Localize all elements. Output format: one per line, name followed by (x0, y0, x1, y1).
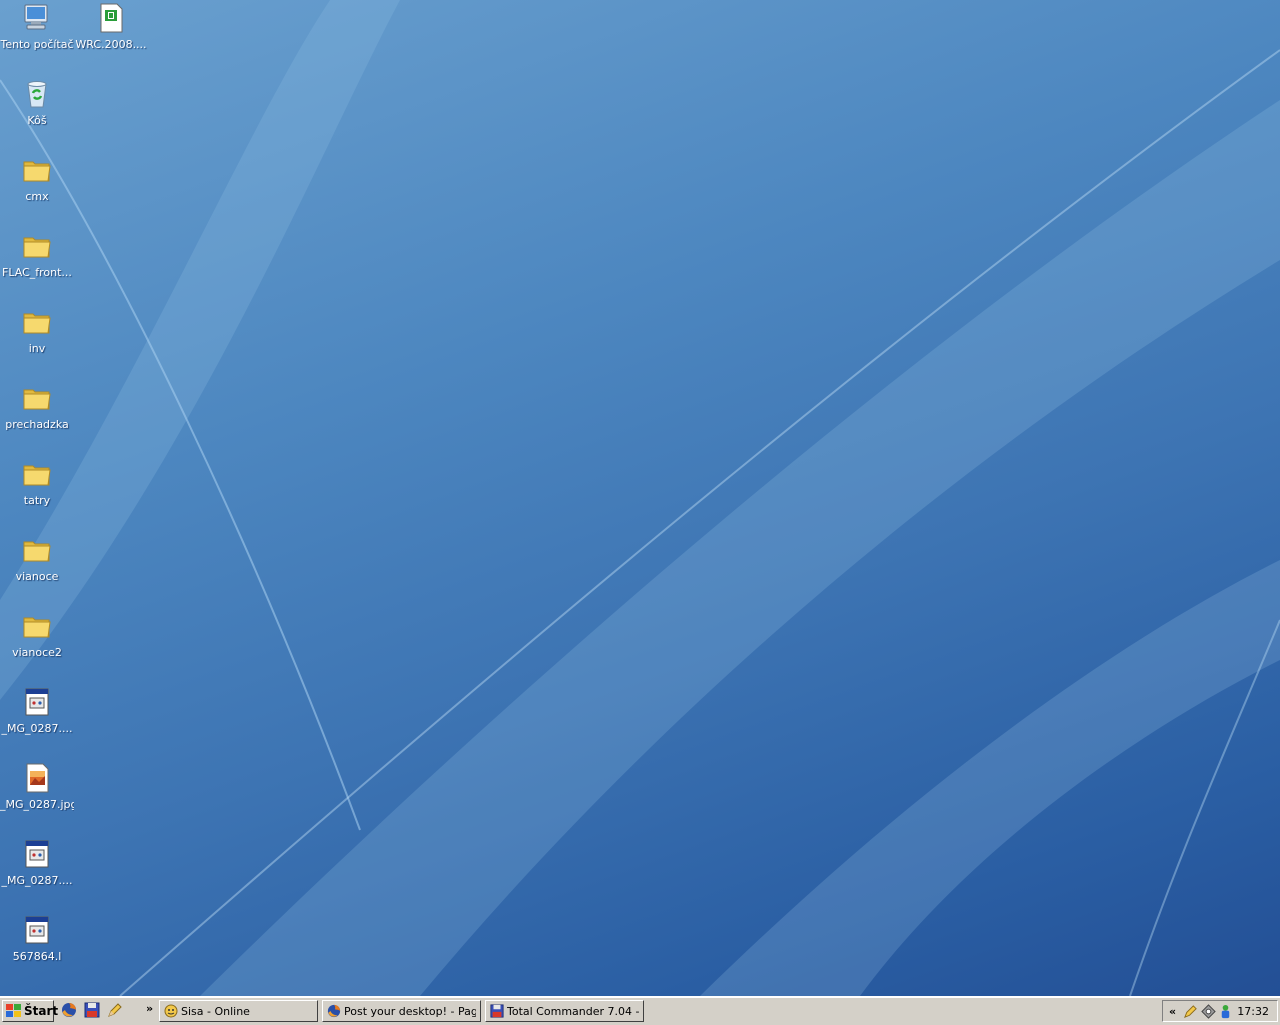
folder-icon (23, 465, 51, 486)
firefox-icon[interactable] (61, 1002, 77, 1018)
task-label: Post your desktop! - Pag... (344, 1005, 476, 1018)
pencil-icon[interactable] (107, 1002, 123, 1018)
desktop-icon-folder-flac[interactable]: FLAC_front... (0, 230, 74, 279)
start-label: Štart (24, 1004, 59, 1018)
desktop-icon-label: WRC.2008.... (75, 38, 147, 51)
folder-icon (23, 617, 51, 638)
computer-icon (24, 4, 48, 30)
desktop-icon-computer[interactable]: Tento počítač (0, 2, 74, 51)
desktop-icon-recycle-bin[interactable]: Kôš (0, 78, 74, 127)
wallpaper (0, 0, 1280, 996)
desktop-icon-label: tatry (23, 494, 51, 507)
pencil-icon[interactable] (1183, 1004, 1198, 1019)
task-button-total-commander[interactable]: Total Commander 7.04 - ... (485, 1000, 644, 1022)
desktop-icon-folder-tatry[interactable]: tatry (0, 458, 74, 507)
task-button-sisa[interactable]: Sisa - Online (159, 1000, 318, 1022)
taskbar: Štart » Sisa - Online Post your desktop!… (0, 996, 1280, 1025)
desktop-icon-567864[interactable]: 567864.l (0, 914, 74, 963)
desktop-icon-mg0287-app-1[interactable]: _MG_0287.... (0, 686, 74, 735)
desktop-icon-mg0287-app-2[interactable]: _MG_0287.... (0, 838, 74, 887)
desktop-icon-label: Tento počítač (0, 38, 74, 51)
desktop-icon-mg0287-jpg[interactable]: _MG_0287.jpg (0, 762, 74, 811)
floppy-icon[interactable] (84, 1002, 100, 1018)
desktop-icon-folder-vianoce[interactable]: vianoce (0, 534, 74, 583)
folder-icon (23, 389, 51, 410)
quicklaunch-overflow-button[interactable]: » (146, 1002, 153, 1015)
desktop-icon-wrc[interactable]: WRC.2008.... (74, 2, 148, 51)
folder-icon (23, 237, 51, 258)
desktop-icon-label: prechadzka (5, 418, 69, 431)
floppy-icon (490, 1004, 504, 1018)
start-button[interactable]: Štart (2, 1000, 58, 1022)
image-file-icon (26, 763, 49, 793)
document-icon (100, 3, 123, 33)
recycle-bin-icon (27, 81, 47, 108)
desktop-icon-folder-vianoce2[interactable]: vianoce2 (0, 610, 74, 659)
clock[interactable]: 17:32 (1237, 1005, 1269, 1018)
task-button-firefox[interactable]: Post your desktop! - Pag... (322, 1000, 481, 1022)
desktop-icon-label: _MG_0287.... (1, 722, 73, 735)
desktop-icon-label: _MG_0287.... (1, 874, 73, 887)
task-label: Total Commander 7.04 - ... (507, 1005, 639, 1018)
tray-expand-button[interactable]: « (1169, 1005, 1176, 1018)
desktop-icon-label: inv (28, 342, 46, 355)
desktop: Tento počítač WRC.2008.... Kôš cmx FLAC_… (0, 0, 1280, 996)
task-label: Sisa - Online (181, 1005, 250, 1018)
desktop-icon-label: cmx (25, 190, 49, 203)
folder-icon (23, 541, 51, 562)
user-status-icon[interactable] (1218, 1004, 1233, 1019)
desktop-icon-folder-prechadzka[interactable]: prechadzka (0, 382, 74, 431)
folder-icon (23, 313, 51, 334)
desktop-icon-label: vianoce (15, 570, 59, 583)
windows-logo-icon (6, 1004, 21, 1017)
desktop-icon-label: vianoce2 (12, 646, 62, 659)
app-file-icon (25, 916, 49, 944)
app-file-icon (25, 688, 49, 716)
desktop-icon-folder-inv[interactable]: inv (0, 306, 74, 355)
firefox-icon (327, 1004, 341, 1018)
messenger-icon (164, 1004, 178, 1018)
app-file-icon (25, 840, 49, 868)
network-icon[interactable] (1201, 1004, 1216, 1019)
system-tray: « 17:32 (1162, 1000, 1278, 1022)
desktop-icon-label: _MG_0287.jpg (0, 798, 74, 811)
folder-icon (23, 161, 51, 182)
desktop-icon-label: Kôš (27, 114, 47, 127)
desktop-icon-folder-cmx[interactable]: cmx (0, 154, 74, 203)
desktop-icon-label: FLAC_front... (2, 266, 72, 279)
desktop-icon-label: 567864.l (12, 950, 62, 963)
